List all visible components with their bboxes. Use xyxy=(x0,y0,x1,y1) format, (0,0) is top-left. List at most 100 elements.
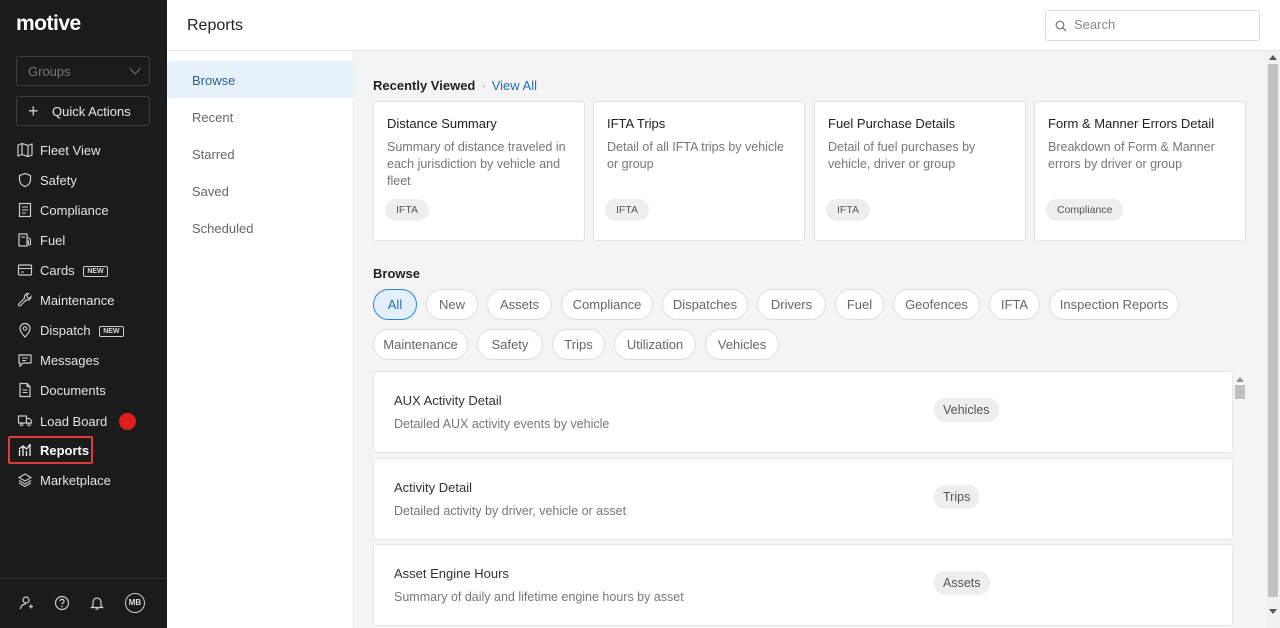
filter-chip-new[interactable]: New xyxy=(426,289,478,320)
quick-actions-button[interactable]: + Quick Actions xyxy=(16,96,150,126)
reports-subnav: Browse Recent Starred Saved Scheduled xyxy=(167,51,354,628)
card-description: Breakdown of Form & Manner errors by dri… xyxy=(1048,140,1215,171)
sidebar-item-marketplace[interactable]: Marketplace xyxy=(0,465,167,495)
subnav-browse[interactable]: Browse xyxy=(167,61,353,98)
sidebar-item-label: Compliance xyxy=(40,203,109,218)
truck-icon xyxy=(17,415,33,427)
view-all-link[interactable]: View All xyxy=(492,78,537,93)
sidebar-item-label: Cards xyxy=(40,263,75,278)
report-description: Summary of daily and lifetime engine hou… xyxy=(394,590,684,604)
report-title: AUX Activity Detail xyxy=(394,393,502,408)
sidebar-item-fuel[interactable]: Fuel xyxy=(0,225,167,255)
sidebar-item-cards[interactable]: Cards NEW xyxy=(0,255,167,285)
filter-chip-utilization[interactable]: Utilization xyxy=(614,329,696,360)
report-list-scrollbar[interactable] xyxy=(1233,377,1245,623)
category-tag: Vehicles xyxy=(934,398,999,422)
avatar[interactable]: MB xyxy=(125,593,145,613)
subnav-recent[interactable]: Recent xyxy=(167,98,353,135)
sidebar-nav-list: Fleet View Safety Compliance Fuel Cards … xyxy=(0,135,167,495)
category-tag: IFTA xyxy=(385,199,429,221)
filter-chip-trips[interactable]: Trips xyxy=(552,329,605,360)
shield-icon xyxy=(18,172,32,188)
card-title: Fuel Purchase Details xyxy=(828,116,956,131)
motive-logo[interactable]: motive xyxy=(16,12,81,36)
category-tag: Compliance xyxy=(1046,199,1124,221)
subnav-starred[interactable]: Starred xyxy=(167,135,353,172)
groups-dropdown[interactable]: Groups xyxy=(16,56,150,86)
report-row[interactable]: Activity Detail Detailed activity by dri… xyxy=(373,458,1233,540)
layers-icon xyxy=(17,473,33,488)
filter-chip-safety[interactable]: Safety xyxy=(477,329,543,360)
filter-chip-ifta[interactable]: IFTA xyxy=(989,289,1040,320)
page-scrollbar[interactable] xyxy=(1266,51,1280,628)
filter-chip-vehicles[interactable]: Vehicles xyxy=(705,329,779,360)
page-title: Reports xyxy=(187,17,244,34)
recently-viewed-title: Recently Viewed xyxy=(373,78,476,93)
category-tag: Trips xyxy=(934,485,980,509)
location-pin-icon xyxy=(19,322,31,338)
sidebar-item-reports[interactable]: Reports xyxy=(0,435,167,465)
recent-report-card[interactable]: Distance Summary Summary of distance tra… xyxy=(373,101,585,241)
filter-chip-dispatches[interactable]: Dispatches xyxy=(662,289,748,320)
reports-main: Recently Viewed · View All Distance Summar… xyxy=(354,51,1266,628)
sidebar-item-messages[interactable]: Messages xyxy=(0,345,167,375)
sidebar-item-dispatch[interactable]: Dispatch NEW xyxy=(0,315,167,345)
recent-report-card[interactable]: IFTA Trips Detail of all IFTA trips by v… xyxy=(593,101,805,241)
filter-chip-geofences[interactable]: Geofences xyxy=(893,289,980,320)
sidebar-footer: MB xyxy=(0,593,167,615)
sidebar-item-safety[interactable]: Safety xyxy=(0,165,167,195)
bell-icon[interactable] xyxy=(89,595,105,611)
recent-report-card[interactable]: Form & Manner Errors Detail Breakdown of… xyxy=(1034,101,1246,241)
sidebar-item-maintenance[interactable]: Maintenance xyxy=(0,285,167,315)
search-box[interactable] xyxy=(1045,10,1260,41)
report-row[interactable]: Asset Engine Hours Summary of daily and … xyxy=(373,544,1233,626)
scroll-up-arrow-icon[interactable] xyxy=(1236,377,1244,382)
filter-chip-all[interactable]: All xyxy=(373,289,417,320)
sidebar-divider xyxy=(0,578,167,579)
sidebar-item-fleet-view[interactable]: Fleet View xyxy=(0,135,167,165)
sidebar-item-label: Dispatch xyxy=(40,323,91,338)
card-title: IFTA Trips xyxy=(607,116,666,131)
recently-viewed-heading: Recently Viewed · View All xyxy=(373,78,537,93)
filter-chip-assets[interactable]: Assets xyxy=(487,289,552,320)
scroll-up-arrow-icon[interactable] xyxy=(1269,55,1277,60)
scrollbar-thumb[interactable] xyxy=(1235,385,1245,399)
filter-chip-compliance[interactable]: Compliance xyxy=(561,289,653,320)
document-list-icon xyxy=(18,202,32,218)
category-tag: IFTA xyxy=(826,199,870,221)
filter-chip-maintenance[interactable]: Maintenance xyxy=(373,329,468,360)
search-input[interactable] xyxy=(1074,17,1254,32)
sidebar-item-label: Safety xyxy=(40,173,77,188)
scroll-down-arrow-icon[interactable] xyxy=(1269,609,1277,614)
sidebar-item-compliance[interactable]: Compliance xyxy=(0,195,167,225)
card-description: Summary of distance traveled in each jur… xyxy=(387,140,566,188)
help-icon[interactable] xyxy=(54,595,70,611)
report-title: Asset Engine Hours xyxy=(394,566,509,581)
fuel-pump-icon xyxy=(18,233,32,247)
card-title: Distance Summary xyxy=(387,116,497,131)
report-title: Activity Detail xyxy=(394,480,473,495)
sidebar-item-load-board[interactable]: Load Board xyxy=(0,405,167,435)
chat-icon xyxy=(18,354,32,368)
report-list: AUX Activity Detail Detailed AUX activit… xyxy=(373,371,1233,628)
category-tag: IFTA xyxy=(605,199,649,221)
scrollbar-thumb[interactable] xyxy=(1268,64,1278,597)
plus-icon: + xyxy=(28,101,39,121)
report-row[interactable]: AUX Activity Detail Detailed AUX activit… xyxy=(373,371,1233,453)
notification-dot xyxy=(118,413,136,430)
recent-report-card[interactable]: Fuel Purchase Details Detail of fuel pur… xyxy=(814,101,1026,241)
sidebar-item-label: Maintenance xyxy=(40,293,115,308)
bar-chart-icon xyxy=(18,443,32,456)
subnav-saved[interactable]: Saved xyxy=(167,172,353,209)
user-settings-icon[interactable] xyxy=(19,595,35,611)
sidebar-item-documents[interactable]: Documents xyxy=(0,375,167,405)
filter-chip-fuel[interactable]: Fuel xyxy=(835,289,884,320)
chevron-down-icon xyxy=(129,63,141,75)
main-sidebar: motive Groups + Quick Actions Fleet View… xyxy=(0,0,167,628)
filter-chip-drivers[interactable]: Drivers xyxy=(757,289,826,320)
sidebar-item-label: Fleet View xyxy=(40,143,101,158)
subnav-scheduled[interactable]: Scheduled xyxy=(167,209,353,246)
report-description: Detailed activity by driver, vehicle or … xyxy=(394,504,627,518)
filter-chip-inspection-reports[interactable]: Inspection Reports xyxy=(1049,289,1179,320)
map-icon xyxy=(17,142,33,158)
